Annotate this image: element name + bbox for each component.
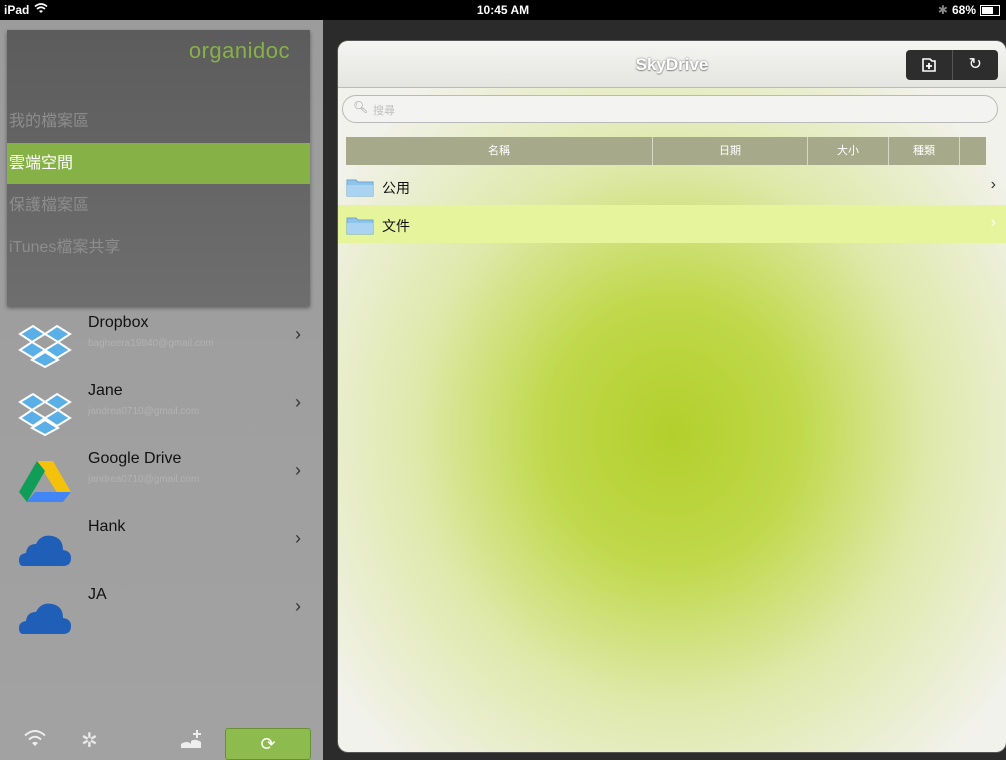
battery-icon: [980, 4, 1000, 16]
skydrive-cloud-icon: [17, 526, 73, 572]
battery-percent: 68%: [951, 3, 976, 17]
gear-icon[interactable]: ✲: [81, 728, 98, 753]
chevron-right-icon: ›: [990, 176, 996, 193]
menu-item-label: iTunes檔案共享: [9, 239, 121, 256]
sync-button[interactable]: ⟳: [225, 728, 311, 760]
account-name: JA: [88, 586, 107, 603]
menu-item-cloud-space[interactable]: 雲端空間: [7, 143, 310, 184]
account-google-drive[interactable]: Google Drive jandrea0710@gmail.com ›: [7, 446, 310, 512]
bluetooth-icon: ✱: [937, 3, 948, 17]
chevron-right-icon: ›: [990, 214, 996, 231]
google-drive-icon: [17, 458, 73, 504]
account-name: Jane: [88, 382, 123, 399]
account-hank[interactable]: Hank ›: [7, 514, 310, 580]
search-icon: 🔍︎: [353, 100, 369, 114]
account-jane[interactable]: Jane jandrea0710@gmail.com ›: [7, 378, 310, 444]
app-logo: organidoc: [188, 38, 290, 63]
column-header-date[interactable]: 日期: [653, 137, 808, 165]
column-header-name[interactable]: 名稱: [346, 137, 653, 165]
search-placeholder: 搜尋: [373, 105, 395, 117]
status-time: 10:45 AM: [476, 3, 530, 17]
dropbox-icon: [17, 322, 73, 369]
menu-item-label: 雲端空間: [9, 155, 74, 172]
refresh-button[interactable]: ↻: [951, 50, 999, 80]
toolbar-button-group: ↻: [906, 50, 998, 80]
account-email: jandrea0710@gmail.com: [88, 406, 200, 417]
sidebar-toolbar: ✲ ⟳: [7, 720, 311, 760]
account-email: jandrea0710@gmail.com: [88, 474, 200, 485]
folder-icon: [346, 215, 374, 235]
status-bar: iPad 10:45 AM ✱ 68%: [0, 0, 1006, 20]
title-bar: SkyDrive ↻: [338, 41, 1006, 88]
chevron-right-icon: ›: [295, 596, 301, 616]
refresh-icon: ↻: [968, 56, 982, 73]
skydrive-cloud-icon: [17, 594, 73, 640]
menu-item-my-files[interactable]: 我的檔案區: [7, 101, 310, 142]
sidebar: organidoc 我的檔案區 雲端空間 保護檔案區 iTunes檔案共享 Dr…: [0, 20, 323, 760]
menu-item-protected-files[interactable]: 保護檔案區: [7, 185, 310, 226]
search-input[interactable]: 🔍︎ 搜尋: [342, 95, 998, 123]
folder-name: 公用: [382, 180, 410, 196]
account-name: Dropbox: [88, 314, 149, 331]
column-header-type[interactable]: 種類: [889, 137, 960, 165]
folder-name: 文件: [382, 218, 410, 234]
sidebar-menu-panel: organidoc 我的檔案區 雲端空間 保護檔案區 iTunes檔案共享: [7, 30, 310, 306]
account-ja[interactable]: JA ›: [7, 582, 310, 648]
chevron-right-icon: ›: [295, 528, 301, 548]
chevron-right-icon: ›: [295, 460, 301, 480]
menu-item-label: 我的檔案區: [9, 113, 90, 130]
account-dropbox[interactable]: Dropbox bagheera19840@gmail.com ›: [7, 310, 310, 376]
file-browser-panel: SkyDrive ↻ 🔍︎ 搜尋 名稱 日期 大小 種類 公用 › 文件 ›: [338, 41, 1006, 752]
account-name: Hank: [88, 518, 126, 535]
dropbox-icon: [17, 390, 73, 437]
list-item[interactable]: 文件 ›: [338, 205, 1006, 243]
new-folder-button[interactable]: [906, 50, 952, 80]
column-header-size[interactable]: 大小: [808, 137, 889, 165]
refresh-icon: ⟳: [260, 734, 276, 754]
account-name: Google Drive: [88, 450, 182, 467]
list-item[interactable]: 公用 ›: [338, 167, 1006, 205]
folder-icon: [346, 177, 374, 197]
chevron-right-icon: ›: [295, 392, 301, 412]
chevron-right-icon: ›: [295, 324, 301, 344]
wifi-icon[interactable]: [23, 728, 47, 753]
table-header: 名稱 日期 大小 種類: [346, 137, 986, 165]
menu-item-label: 保護檔案區: [9, 197, 90, 214]
menu-item-itunes-sharing[interactable]: iTunes檔案共享: [7, 227, 310, 268]
account-email: bagheera19840@gmail.com: [88, 338, 214, 349]
add-account-icon[interactable]: [179, 728, 205, 755]
